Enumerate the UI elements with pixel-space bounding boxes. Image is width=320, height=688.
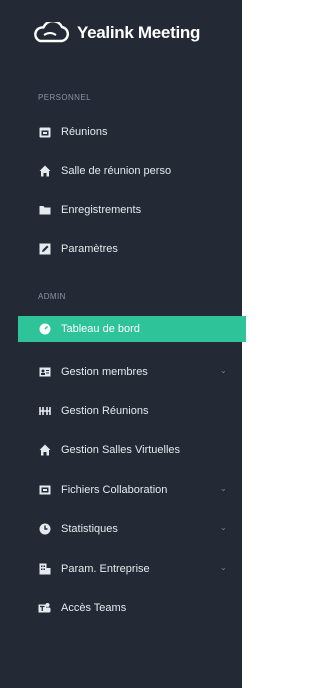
sidebar-item-label: Fichiers Collaboration	[61, 484, 168, 496]
collab-files-icon	[38, 484, 51, 497]
sidebar-item-label: Statistiques	[61, 523, 118, 535]
sidebar-item-meeting-management[interactable]: Gestion Réunions	[18, 397, 246, 425]
chevron-down-icon[interactable]: ⌄	[220, 367, 228, 375]
brand-logo[interactable]: Yealink Meeting	[30, 22, 200, 44]
sidebar-item-label: Accès Teams	[61, 602, 127, 614]
folder-icon	[38, 204, 51, 217]
section-label-personal: PERSONNEL	[38, 93, 91, 102]
statistics-clock-icon	[38, 523, 51, 536]
sidebar-item-members[interactable]: Gestion membres ⌄	[18, 358, 246, 386]
sidebar-item-label: Enregistrements	[61, 204, 142, 216]
sidebar-item-label: Gestion Réunions	[61, 405, 149, 417]
brand-name: Yealink Meeting	[77, 23, 201, 42]
dashboard-icon	[38, 323, 51, 336]
sidebar-item-label: Réunions	[61, 126, 108, 138]
sidebar-item-recordings[interactable]: Enregistrements	[18, 196, 246, 224]
chevron-down-icon[interactable]: ⌄	[220, 564, 228, 572]
sidebar-item-enterprise-settings[interactable]: Param. Entreprise ⌄	[18, 555, 246, 583]
sidebar-item-label: Tableau de bord	[61, 323, 140, 335]
sidebar-item-personal-room[interactable]: Salle de réunion perso	[18, 157, 246, 185]
sidebar-item-dashboard[interactable]: Tableau de bord	[18, 316, 246, 342]
edit-settings-icon	[38, 243, 51, 256]
sidebar-item-label: Gestion membres	[61, 366, 148, 378]
chevron-down-icon[interactable]: ⌄	[220, 524, 228, 532]
members-card-icon	[38, 366, 51, 379]
meetings-icon	[38, 405, 51, 418]
sidebar-item-teams-access[interactable]: Accès Teams	[18, 594, 246, 622]
sidebar-item-virtual-rooms[interactable]: Gestion Salles Virtuelles	[18, 436, 246, 464]
sidebar-item-statistics[interactable]: Statistiques ⌄	[18, 515, 246, 543]
sidebar-item-settings[interactable]: Paramètres	[18, 235, 246, 263]
section-label-admin: ADMIN	[38, 292, 66, 301]
sidebar-item-label: Param. Entreprise	[61, 563, 150, 575]
sidebar-item-meetings[interactable]: Réunions	[18, 118, 246, 146]
enterprise-settings-icon	[38, 563, 51, 576]
chevron-down-icon[interactable]: ⌄	[220, 485, 228, 493]
calendar-icon	[38, 126, 51, 139]
sidebar-item-label: Salle de réunion perso	[61, 165, 172, 177]
sidebar-item-collab-files[interactable]: Fichiers Collaboration ⌄	[18, 476, 246, 504]
sidebar-item-label: Paramètres	[61, 243, 118, 255]
sidebar: Yealink Meeting PERSONNEL Réunions Salle…	[0, 0, 246, 688]
teams-icon	[38, 602, 51, 615]
home-icon	[38, 165, 51, 178]
cloud-logo-icon	[34, 22, 70, 43]
sidebar-item-label: Gestion Salles Virtuelles	[61, 444, 181, 456]
virtual-room-icon	[38, 444, 51, 457]
